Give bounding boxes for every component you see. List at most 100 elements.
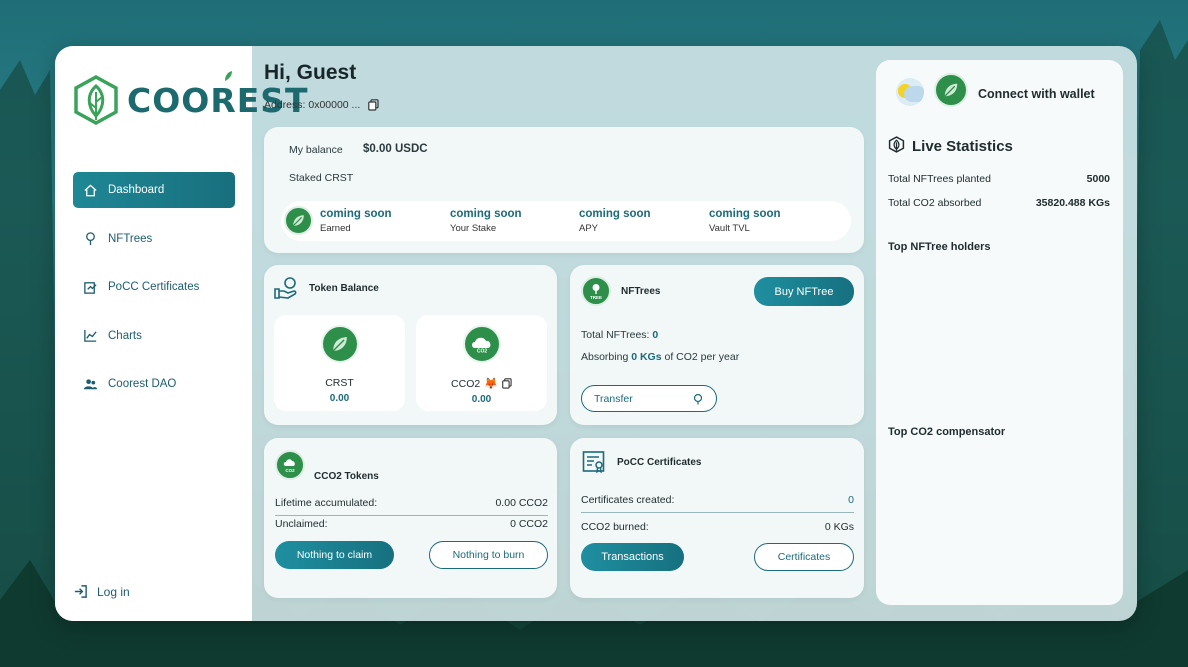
main-content: Hi, Guest Address: 0x00000 ... My balanc… bbox=[264, 46, 864, 621]
absorbing-value: 0 KGs bbox=[631, 351, 662, 363]
svg-text:CO2: CO2 bbox=[476, 349, 487, 355]
sidebar-item-label: Dashboard bbox=[108, 184, 165, 196]
certificate-icon bbox=[84, 281, 97, 294]
unclaimed-label: Unclaimed: bbox=[275, 518, 328, 530]
copy-icon[interactable] bbox=[502, 378, 512, 389]
claim-button[interactable]: Nothing to claim bbox=[275, 541, 394, 569]
crst-token-icon bbox=[284, 206, 313, 235]
lifetime-row: Lifetime accumulated: 0.00 CCO2 bbox=[275, 497, 548, 516]
balance-label: My balance bbox=[289, 144, 343, 156]
stat-apy: coming soon APY bbox=[579, 208, 651, 234]
sidebar: COOREST Dashboard NFTrees PoCC Certifica… bbox=[55, 46, 308, 621]
unclaimed-value: 0 CCO2 bbox=[510, 518, 548, 530]
cco2-token-icon: CO2 bbox=[462, 325, 501, 363]
hand-coin-icon bbox=[274, 277, 297, 299]
total-nftrees-label: Total NFTrees: bbox=[581, 329, 650, 341]
sidebar-item-label: PoCC Certificates bbox=[108, 281, 200, 293]
balance-card: My balance $0.00 USDC Staked CRST coming… bbox=[264, 127, 864, 253]
pocc-title: PoCC Certificates bbox=[617, 457, 702, 468]
absorbing-row: Absorbing 0 KGs of CO2 per year bbox=[581, 351, 740, 363]
right-panel: Connect with wallet Live Statistics Tota… bbox=[876, 60, 1123, 605]
chart-icon bbox=[84, 329, 97, 342]
live-statistics-title: Live Statistics bbox=[912, 138, 1013, 155]
users-icon bbox=[83, 378, 98, 389]
nftrees-planted-row: Total NFTrees planted 5000 bbox=[888, 173, 1110, 185]
staking-stats: coming soon Earned coming soon Your Stak… bbox=[281, 201, 851, 241]
sidebar-item-label: NFTrees bbox=[108, 232, 153, 245]
tree-icon bbox=[693, 393, 703, 404]
login-label: Log in bbox=[97, 584, 130, 599]
cco2-icon-text: CO2 bbox=[285, 467, 295, 473]
tree-icon bbox=[86, 232, 95, 246]
planted-label: Total NFTrees planted bbox=[888, 173, 991, 185]
token-balance-card: Token Balance CRST 0.00 CO2 CCO2 🦊 0.00 bbox=[264, 265, 557, 425]
token-value: 0.00 bbox=[329, 393, 350, 404]
buy-nftree-button[interactable]: Buy NFTree bbox=[754, 277, 854, 306]
co2-absorbed-row: Total CO2 absorbed 35820.488 KGs bbox=[888, 197, 1110, 209]
leaf-logo-icon bbox=[888, 136, 905, 153]
token-value: 0.00 bbox=[471, 394, 492, 405]
burn-button[interactable]: Nothing to burn bbox=[429, 541, 548, 569]
cco2-tokens-title: CCO2 Tokens bbox=[314, 471, 379, 482]
lifetime-value: 0.00 CCO2 bbox=[495, 497, 548, 509]
cco2-token-icon: CO2 bbox=[275, 450, 305, 480]
transfer-label: Transfer bbox=[594, 392, 633, 405]
sidebar-item-dashboard[interactable]: Dashboard bbox=[73, 172, 235, 208]
token-name-row: CCO2 🦊 bbox=[416, 377, 547, 390]
top-co2-compensator-title: Top CO2 compensator bbox=[888, 426, 1006, 438]
login-button[interactable]: Log in bbox=[73, 584, 130, 599]
nftrees-card: TREE NFTrees Buy NFTree Total NFTrees: 0… bbox=[570, 265, 864, 425]
cco2-token-box[interactable]: CO2 CCO2 🦊 0.00 bbox=[416, 315, 547, 411]
transfer-button[interactable]: Transfer bbox=[581, 385, 717, 412]
stat-your-stake: coming soon Your Stake bbox=[450, 208, 522, 234]
app-window: COOREST Dashboard NFTrees PoCC Certifica… bbox=[55, 46, 1137, 621]
stat-earned: coming soon Earned bbox=[320, 208, 392, 234]
sidebar-item-label: Coorest DAO bbox=[108, 378, 177, 390]
nftrees-title: NFTrees bbox=[621, 286, 661, 297]
sidebar-item-label: Charts bbox=[108, 329, 142, 342]
leaf-logo-icon bbox=[74, 75, 118, 125]
home-icon bbox=[84, 183, 97, 196]
wallet-address: Address: 0x00000 ... bbox=[264, 99, 379, 111]
sidebar-nav: Dashboard NFTrees PoCC Certificates Char… bbox=[73, 172, 235, 415]
cco2-tokens-card: CO2 CCO2 Tokens Lifetime accumulated: 0.… bbox=[264, 438, 557, 598]
sidebar-item-charts[interactable]: Charts bbox=[73, 318, 235, 354]
staked-label: Staked CRST bbox=[289, 172, 354, 184]
burned-label: CCO2 burned: bbox=[581, 521, 649, 533]
balance-value: $0.00 USDC bbox=[363, 143, 428, 155]
unclaimed-row: Unclaimed: 0 CCO2 bbox=[275, 518, 548, 530]
tree-icon-text: TREE bbox=[589, 294, 602, 300]
sidebar-item-pocc-certificates[interactable]: PoCC Certificates bbox=[73, 269, 235, 305]
login-icon bbox=[74, 585, 87, 598]
stat-vault-tvl: coming soon Vault TVL bbox=[709, 208, 781, 234]
crst-token-box[interactable]: CRST 0.00 bbox=[274, 315, 405, 411]
crst-token-icon bbox=[934, 73, 968, 107]
token-name: CRST bbox=[325, 377, 354, 389]
created-label: Certificates created: bbox=[581, 494, 675, 506]
weather-icon[interactable] bbox=[896, 78, 924, 106]
absorbed-label: Total CO2 absorbed bbox=[888, 197, 982, 209]
copy-icon[interactable] bbox=[368, 99, 379, 111]
sidebar-item-coorest-dao[interactable]: Coorest DAO bbox=[73, 366, 235, 402]
connect-wallet-button[interactable]: Connect with wallet bbox=[978, 87, 1095, 101]
token-balance-title: Token Balance bbox=[309, 283, 379, 294]
created-value: 0 bbox=[848, 494, 854, 506]
co2-burned-row: CCO2 burned: 0 KGs bbox=[581, 521, 854, 533]
certificate-icon bbox=[582, 451, 605, 474]
transactions-button[interactable]: Transactions bbox=[581, 543, 684, 571]
certificates-created-row: Certificates created: 0 bbox=[581, 494, 854, 513]
crst-token-icon bbox=[320, 325, 359, 363]
address-text: Address: 0x00000 ... bbox=[264, 99, 361, 111]
tree-token-icon: TREE bbox=[581, 276, 611, 306]
certificates-button[interactable]: Certificates bbox=[754, 543, 854, 571]
absorbed-value: 35820.488 KGs bbox=[1035, 197, 1110, 209]
sprout-icon bbox=[225, 71, 232, 81]
metamask-icon[interactable]: 🦊 bbox=[484, 377, 498, 390]
total-nftrees-row: Total NFTrees: 0 bbox=[581, 329, 658, 341]
lifetime-label: Lifetime accumulated: bbox=[275, 497, 378, 509]
planted-value: 5000 bbox=[1086, 173, 1110, 185]
sidebar-item-nftrees[interactable]: NFTrees bbox=[73, 221, 235, 257]
pocc-certificates-card: PoCC Certificates Certificates created: … bbox=[570, 438, 864, 598]
total-nftrees-value: 0 bbox=[652, 329, 659, 341]
token-name: CCO2 bbox=[451, 377, 481, 390]
